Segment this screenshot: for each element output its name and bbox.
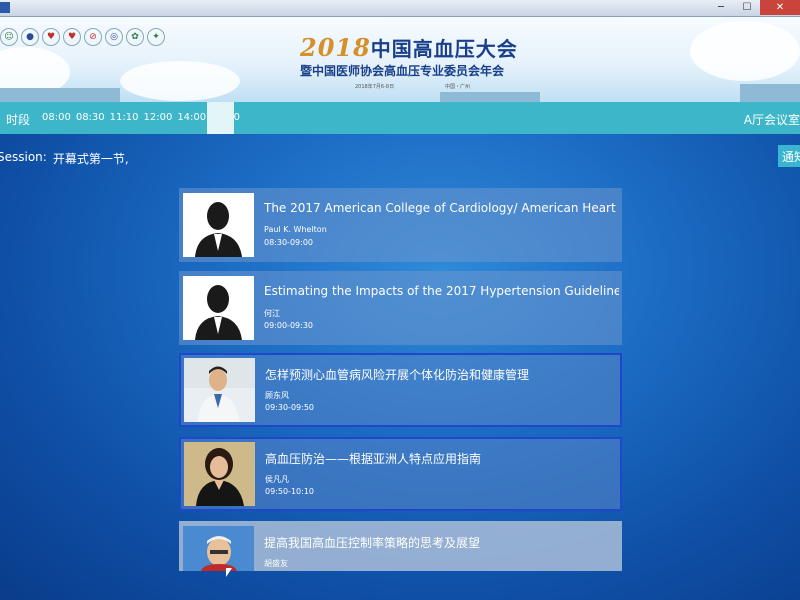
- session-info: Session: 开幕式第一节,: [0, 150, 129, 167]
- time-slot-item[interactable]: 11:10: [110, 112, 139, 123]
- speaker-photo: [183, 526, 254, 571]
- talk-title: 高血压防治——根据亚洲人特点应用指南: [265, 452, 482, 466]
- session-label: Session:: [0, 150, 47, 164]
- talk-title: 怎样预测心血管病风险开展个体化防治和健康管理: [265, 368, 530, 382]
- sponsor-logo-icon: ◎: [105, 28, 123, 46]
- talk-speaker: 胡盛友: [264, 559, 288, 568]
- conference-date: 2018年7月6-8日: [355, 84, 395, 90]
- conference-title: 2018中国高血压大会: [300, 33, 518, 62]
- talk-card[interactable]: 提高我国高血压控制率策略的思考及展望 胡盛友: [179, 521, 622, 571]
- speaker-photo: [184, 358, 255, 422]
- cloud-decoration: [690, 21, 800, 81]
- mouse-cursor-icon: [226, 568, 232, 577]
- talk-card[interactable]: 高血压防治——根据亚洲人特点应用指南 侯凡凡 09:50-10:10: [179, 437, 622, 511]
- time-slot-selection-indicator[interactable]: [207, 102, 234, 134]
- talk-speaker: 何江: [264, 309, 280, 318]
- room-label[interactable]: A厅会议室: [744, 111, 800, 128]
- time-slot-item[interactable]: 08:00: [42, 112, 71, 123]
- sponsor-logo-icon: ●: [21, 28, 39, 46]
- talk-card[interactable]: 怎样预测心血管病风险开展个体化防治和健康管理 顾东风 09:30-09:50: [179, 353, 622, 427]
- talk-speaker: 侯凡凡: [265, 475, 289, 484]
- session-value: 开幕式第一节,: [52, 152, 129, 166]
- sponsor-logo-icon: ✦: [147, 28, 165, 46]
- cloud-decoration: [120, 61, 240, 101]
- talk-time: 09:50-10:10: [265, 487, 314, 496]
- maximize-button[interactable]: ☐: [734, 0, 760, 15]
- time-slot-bar: 时段 08:00 08:30 11:10 12:00 14:00 15:30 A…: [0, 102, 800, 134]
- talk-time: 09:00-09:30: [264, 321, 313, 330]
- time-slot-item[interactable]: 14:00: [177, 112, 206, 123]
- close-button[interactable]: ✕: [760, 0, 800, 15]
- sponsor-logo-icon: ✿: [126, 28, 144, 46]
- talk-title: Estimating the Impacts of the 2017 Hyper…: [264, 284, 619, 298]
- talk-title: 提高我国高血压控制率策略的思考及展望: [264, 536, 481, 550]
- city-skyline: [0, 88, 120, 102]
- minimize-button[interactable]: ─: [708, 0, 734, 15]
- window-titlebar: ─ ☐ ✕: [0, 0, 800, 17]
- talk-card[interactable]: The 2017 American College of Cardiology/…: [179, 188, 622, 262]
- sponsor-logo-icon: ⊘: [84, 28, 102, 46]
- talk-speaker: Paul K. Whelton: [264, 225, 327, 234]
- sponsor-logo-icon: ☺: [0, 28, 18, 46]
- conference-place: 中国・广州: [445, 84, 471, 90]
- conference-subtitle: 暨中国医师协会高血压专业委员会年会: [300, 64, 505, 78]
- talk-time: 08:30-09:00: [264, 238, 313, 247]
- talk-time: 09:30-09:50: [265, 403, 314, 412]
- window-controls: ─ ☐ ✕: [708, 0, 800, 16]
- speaker-photo: [184, 442, 255, 506]
- talk-speaker: 顾东风: [265, 391, 289, 400]
- speaker-photo-placeholder-icon: [183, 193, 254, 257]
- sponsor-logo-icon: ♥: [42, 28, 60, 46]
- city-skyline: [740, 84, 800, 102]
- talk-title: The 2017 American College of Cardiology/…: [264, 201, 619, 215]
- app-icon: [0, 2, 10, 13]
- time-slot-item[interactable]: 12:00: [143, 112, 172, 123]
- conference-year: 2018: [300, 33, 371, 62]
- conference-banner: ☺ ● ♥ ♥ ⊘ ◎ ✿ ✦ 2018中国高血压大会 暨中国医师协会高血压专业…: [0, 17, 800, 102]
- sponsor-logo-icon: ♥: [63, 28, 81, 46]
- notice-button[interactable]: 通知: [778, 145, 800, 167]
- conference-name: 中国高血压大会: [370, 37, 518, 61]
- sponsor-logos: ☺ ● ♥ ♥ ⊘ ◎ ✿ ✦: [0, 28, 165, 46]
- time-slot-item[interactable]: 08:30: [76, 112, 105, 123]
- time-slot-label: 时段: [6, 113, 31, 127]
- city-skyline: [440, 92, 540, 102]
- speaker-photo-placeholder-icon: [183, 276, 254, 340]
- talk-card[interactable]: Estimating the Impacts of the 2017 Hyper…: [179, 271, 622, 345]
